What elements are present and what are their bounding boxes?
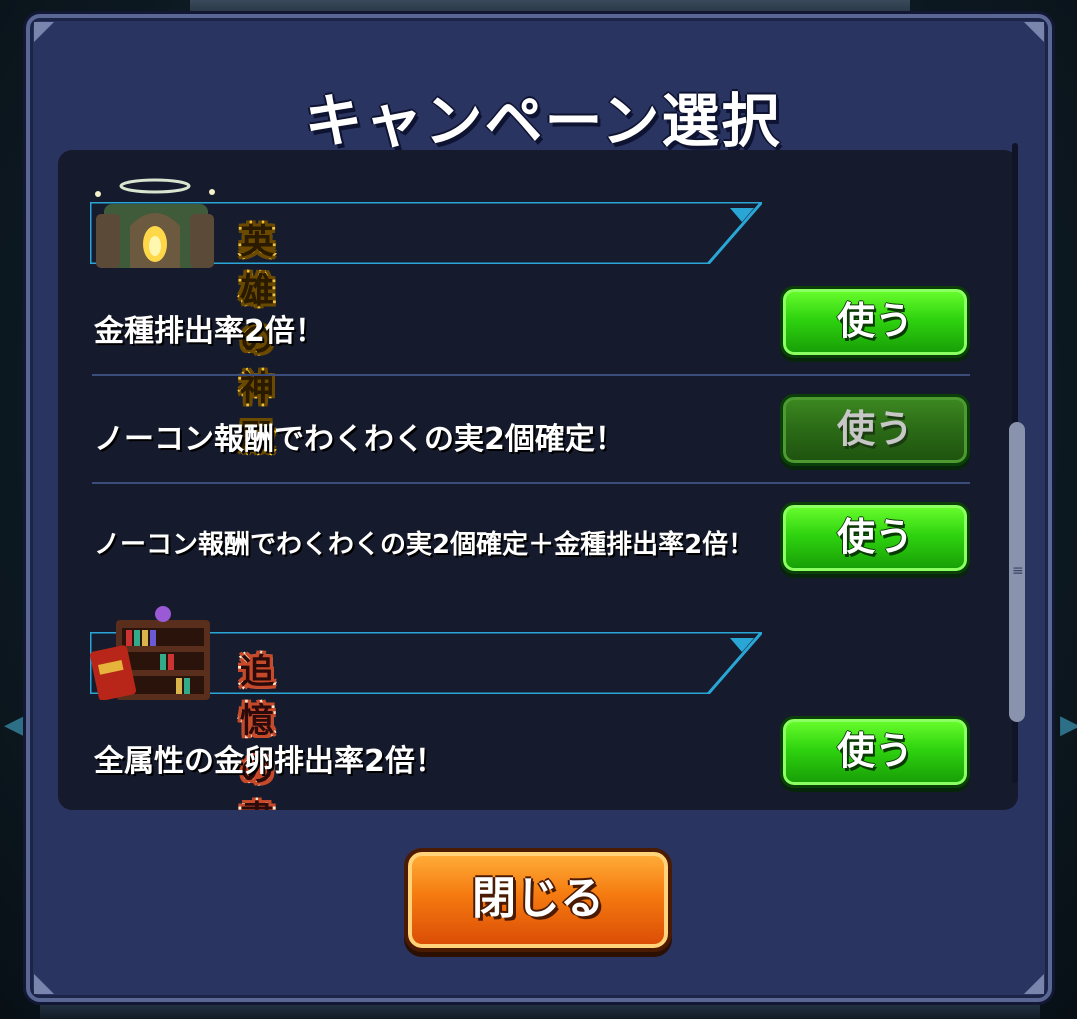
right-arrow-icon: ▶ bbox=[1060, 710, 1077, 740]
row-divider bbox=[92, 374, 970, 376]
campaign-list[interactable]: 英雄の神殿 金種排出率2倍！ 使う ノーコン報酬でわくわくの実2個確定！ 使う … bbox=[58, 150, 1018, 810]
section-title-archive: 追憶の書庫 bbox=[240, 652, 275, 810]
campaign-text: ノーコン報酬でわくわくの実2個確定＋金種排出率2倍！ bbox=[94, 530, 755, 560]
use-button-disabled[interactable]: 使う bbox=[780, 394, 970, 466]
scrollbar-grip-icon: ≡ bbox=[1012, 563, 1024, 579]
temple-icon bbox=[95, 178, 215, 268]
use-button[interactable]: 使う bbox=[780, 502, 970, 574]
corner-ornament bbox=[34, 974, 54, 994]
campaign-text: 金種排出率2倍！ bbox=[94, 314, 325, 349]
close-button[interactable]: 閉じる bbox=[404, 848, 672, 952]
corner-ornament bbox=[1024, 974, 1044, 994]
corner-ornament bbox=[34, 22, 54, 42]
use-button[interactable]: 使う bbox=[780, 286, 970, 358]
bookshelf-icon bbox=[90, 606, 210, 700]
campaign-text: ノーコン報酬でわくわくの実2個確定！ bbox=[94, 422, 625, 457]
campaign-text: 全属性の金卵排出率2倍！ bbox=[94, 744, 445, 779]
use-button[interactable]: 使う bbox=[780, 716, 970, 788]
dialog-title: キャンペーン選択 bbox=[304, 87, 782, 155]
row-divider bbox=[92, 482, 970, 484]
corner-ornament bbox=[1024, 22, 1044, 42]
left-arrow-icon: ◀ bbox=[4, 710, 24, 740]
